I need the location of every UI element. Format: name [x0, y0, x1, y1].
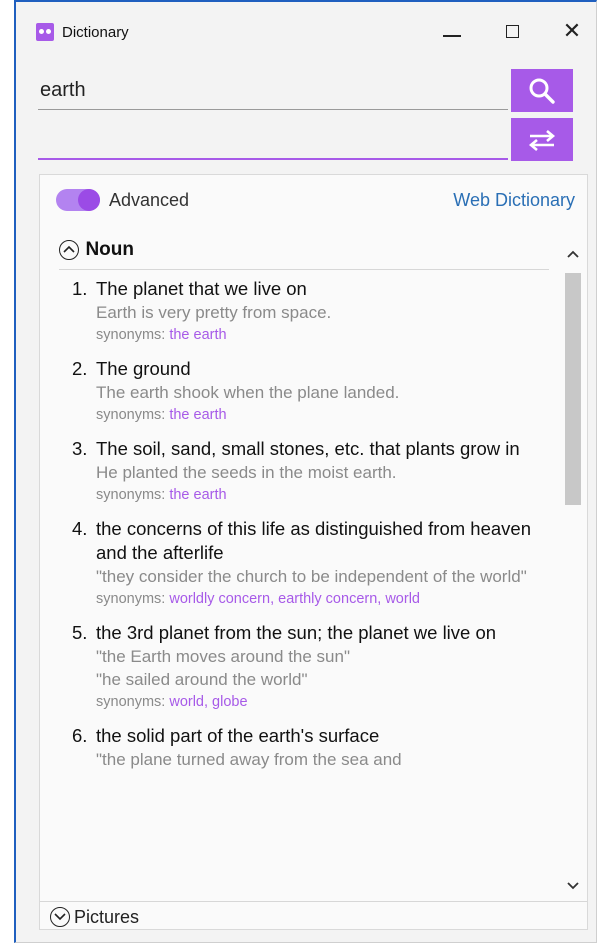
- definition-item: 5. the 3rd planet from the sun; the plan…: [72, 621, 552, 713]
- definition-item: 1. The planet that we live on Earth is v…: [72, 277, 552, 346]
- definition-number: 5.: [72, 622, 88, 643]
- definition-text: The soil, sand, small stones, etc. that …: [96, 438, 520, 459]
- example-text: The earth shook when the plane landed.: [96, 383, 400, 402]
- maximize-button[interactable]: [492, 16, 532, 46]
- search-button[interactable]: [511, 69, 573, 112]
- synonyms-label: synonyms:: [96, 487, 170, 503]
- definition-text: The planet that we live on: [96, 278, 307, 299]
- synonym-link[interactable]: worldly concern, earthly concern, world: [169, 591, 420, 607]
- definition-text: The ground: [96, 358, 191, 379]
- synonyms-line: synonyms: world, globe: [96, 691, 552, 713]
- example-text: "he sailed around the world": [96, 670, 308, 689]
- scrollbar[interactable]: [565, 243, 581, 897]
- definition-number: 6.: [72, 725, 88, 746]
- advanced-toggle[interactable]: [56, 189, 100, 211]
- maximize-icon: [505, 24, 519, 38]
- pictures-label: Pictures: [74, 907, 140, 927]
- chevron-up-icon: [59, 240, 79, 260]
- web-dictionary-link[interactable]: Web Dictionary: [453, 190, 575, 211]
- close-icon: ✕: [562, 18, 582, 43]
- example-text: "the Earth moves around the sun": [96, 647, 350, 666]
- synonyms-line: synonyms: the earth: [96, 324, 552, 346]
- synonyms-line: synonyms: worldly concern, earthly conce…: [96, 588, 552, 610]
- search-icon: [529, 78, 555, 104]
- swap-arrows-icon: [528, 129, 556, 151]
- noun-section-header[interactable]: Noun: [59, 239, 549, 270]
- definition-number: 2.: [72, 358, 88, 379]
- minimize-button[interactable]: [432, 16, 472, 46]
- scroll-thumb[interactable]: [565, 273, 581, 505]
- example-text: "the plane turned away from the sea and: [96, 750, 402, 769]
- synonym-link[interactable]: world, globe: [169, 694, 247, 710]
- definition-number: 3.: [72, 438, 88, 459]
- synonyms-label: synonyms:: [96, 327, 170, 343]
- example-text: "they consider the church to be independ…: [96, 567, 527, 586]
- minimize-icon: [443, 35, 461, 37]
- chevron-down-icon: [50, 907, 70, 927]
- section-title: Noun: [85, 239, 134, 260]
- close-button[interactable]: ✕: [552, 16, 592, 46]
- synonym-link[interactable]: the earth: [169, 407, 226, 423]
- definition-item: 6. the solid part of the earth's surface…: [72, 724, 552, 771]
- definition-text: the concerns of this life as distinguish…: [96, 518, 531, 563]
- window-title: Dictionary: [62, 24, 129, 41]
- dictionary-app-icon: [36, 23, 54, 41]
- synonyms-line: synonyms: the earth: [96, 404, 552, 426]
- example-text: Earth is very pretty from space.: [96, 303, 332, 322]
- definition-text: the solid part of the earth's surface: [96, 725, 380, 746]
- definition-item: 3. The soil, sand, small stones, etc. th…: [72, 437, 552, 506]
- synonyms-label: synonyms:: [96, 591, 170, 607]
- definition-number: 4.: [72, 518, 88, 539]
- secondary-input[interactable]: [38, 120, 508, 160]
- chevron-up-icon: [567, 250, 579, 258]
- chevron-down-icon: [567, 882, 579, 890]
- dictionary-window: Dictionary ✕ Advanced Web Dictionary Nou…: [14, 0, 597, 943]
- definitions-list: 1. The planet that we live on Earth is v…: [72, 277, 552, 893]
- scroll-down-button[interactable]: [565, 875, 581, 897]
- definition-number: 1.: [72, 278, 88, 299]
- synonyms-line: synonyms: the earth: [96, 484, 552, 506]
- synonym-link[interactable]: the earth: [169, 327, 226, 343]
- definition-item: 2. The ground The earth shook when the p…: [72, 357, 552, 426]
- example-text: He planted the seeds in the moist earth.: [96, 463, 397, 482]
- synonyms-label: synonyms:: [96, 694, 170, 710]
- definition-text: the 3rd planet from the sun; the planet …: [96, 622, 497, 643]
- search-input[interactable]: [38, 72, 508, 110]
- synonyms-label: synonyms:: [96, 407, 170, 423]
- synonym-link[interactable]: the earth: [169, 487, 226, 503]
- results-panel: Advanced Web Dictionary Noun 1. The plan…: [39, 174, 588, 930]
- advanced-label: Advanced: [109, 190, 190, 210]
- pictures-section-header[interactable]: Pictures: [40, 901, 587, 932]
- scroll-up-button[interactable]: [565, 243, 581, 265]
- definition-item: 4. the concerns of this life as distingu…: [72, 517, 552, 610]
- title-bar: Dictionary ✕: [16, 2, 596, 60]
- swap-button[interactable]: [511, 118, 573, 161]
- toggle-knob: [78, 189, 100, 211]
